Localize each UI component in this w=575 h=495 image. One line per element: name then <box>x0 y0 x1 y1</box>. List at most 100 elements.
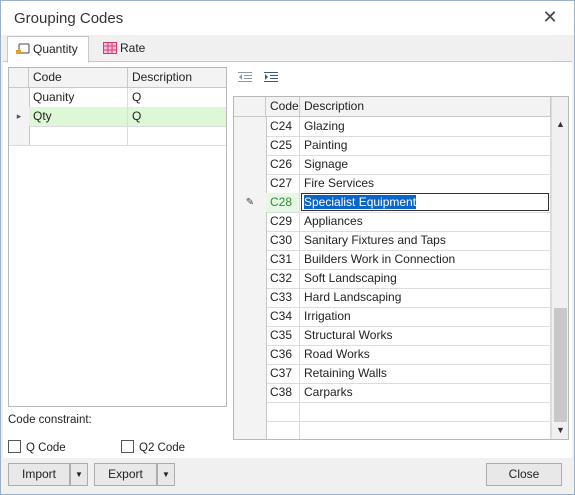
column-header-description[interactable]: Description <box>128 68 226 87</box>
quantity-icon <box>16 39 30 54</box>
description-cell[interactable]: Hard Landscaping <box>300 288 551 307</box>
code-cell[interactable]: C34 <box>266 307 300 326</box>
table-row[interactable]: C25 Painting <box>234 136 551 156</box>
description-cell[interactable]: Q <box>128 88 226 107</box>
row-indicator <box>234 326 267 345</box>
code-cell[interactable]: C32 <box>266 269 300 288</box>
column-header-code[interactable]: Code <box>29 68 128 87</box>
table-row[interactable]: C37 Retaining Walls <box>234 364 551 384</box>
code-cell[interactable]: C28 <box>266 193 300 212</box>
description-cell[interactable]: Road Works <box>300 345 551 364</box>
description-cell[interactable] <box>300 421 551 439</box>
description-cell[interactable]: Sanitary Fixtures and Taps <box>300 231 551 250</box>
row-indicator <box>234 231 267 250</box>
code-cell[interactable]: C29 <box>266 212 300 231</box>
row-indicator <box>234 117 267 136</box>
description-edit-input[interactable]: Specialist Equipment <box>301 193 549 211</box>
table-row[interactable]: C24 Glazing <box>234 117 551 137</box>
description-cell[interactable] <box>128 126 226 145</box>
description-cell[interactable]: Retaining Walls <box>300 364 551 383</box>
description-cell[interactable]: Painting <box>300 136 551 155</box>
column-header-description[interactable]: Description <box>300 97 551 116</box>
row-indicator <box>234 383 267 402</box>
row-indicator <box>234 402 267 421</box>
description-cell[interactable]: Soft Landscaping <box>300 269 551 288</box>
code-cell[interactable]: C27 <box>266 174 300 193</box>
rate-icon <box>103 38 117 54</box>
code-cell[interactable]: C33 <box>266 288 300 307</box>
description-cell[interactable]: Structural Works <box>300 326 551 345</box>
table-row[interactable]: C33 Hard Landscaping <box>234 288 551 308</box>
code-cell[interactable] <box>266 421 300 439</box>
table-row[interactable]: C29 Appliances <box>234 212 551 232</box>
import-button[interactable]: Import <box>8 463 70 486</box>
table-row[interactable]: C31 Builders Work in Connection <box>234 250 551 270</box>
code-cell[interactable]: C31 <box>266 250 300 269</box>
table-row[interactable] <box>234 421 551 439</box>
code-cell[interactable]: C30 <box>266 231 300 250</box>
code-cell[interactable]: C25 <box>266 136 300 155</box>
new-row[interactable] <box>9 126 226 146</box>
table-row[interactable]: C35 Structural Works <box>234 326 551 346</box>
export-dropdown-icon[interactable]: ▼ <box>157 463 175 486</box>
scroll-down-arrow-icon[interactable]: ▼ <box>552 422 568 439</box>
checkbox-box[interactable] <box>8 440 21 453</box>
scrollbar-thumb[interactable] <box>554 308 567 422</box>
description-cell[interactable]: Carparks <box>300 383 551 402</box>
checkbox-box[interactable] <box>121 440 134 453</box>
table-row[interactable]: C34 Irrigation <box>234 307 551 327</box>
indent-icon[interactable] <box>264 71 278 83</box>
description-cell[interactable]: Fire Services <box>300 174 551 193</box>
row-indicator <box>234 269 267 288</box>
column-header-code[interactable]: Code <box>266 97 300 116</box>
code-cell[interactable]: C35 <box>266 326 300 345</box>
vertical-scrollbar[interactable]: ▲ ▼ <box>551 97 568 439</box>
table-row[interactable]: C30 Sanitary Fixtures and Taps <box>234 231 551 251</box>
table-row[interactable]: C27 Fire Services <box>234 174 551 194</box>
tab-rate[interactable]: Rate <box>95 36 155 61</box>
table-row[interactable]: Quanity Q <box>9 88 226 108</box>
close-button[interactable]: Close <box>486 463 562 486</box>
code-cell[interactable]: C37 <box>266 364 300 383</box>
close-icon[interactable]: ✕ <box>540 7 560 27</box>
table-row-selected[interactable]: ▸ Qty Q <box>9 107 226 127</box>
code-cell[interactable]: Qty <box>29 107 128 126</box>
description-cell[interactable]: Signage <box>300 155 551 174</box>
import-dropdown-icon[interactable]: ▼ <box>70 463 88 486</box>
description-cell[interactable]: Appliances <box>300 212 551 231</box>
table-row[interactable]: C38 Carparks <box>234 383 551 403</box>
scroll-up-arrow-icon[interactable]: ▲ <box>552 116 568 133</box>
table-row[interactable] <box>234 402 551 422</box>
q2-code-checkbox[interactable]: Q2 Code <box>121 440 185 454</box>
code-cell[interactable] <box>29 126 128 145</box>
table-row[interactable]: C26 Signage <box>234 155 551 175</box>
dialog-title: Grouping Codes <box>14 10 124 27</box>
table-row[interactable]: C36 Road Works <box>234 345 551 365</box>
title-bar: Grouping Codes ✕ <box>1 1 574 35</box>
row-indicator <box>234 250 267 269</box>
code-cell[interactable] <box>266 402 300 421</box>
description-cell[interactable]: Builders Work in Connection <box>300 250 551 269</box>
description-cell[interactable]: Specialist Equipment <box>300 193 551 212</box>
q2-code-label: Q2 Code <box>139 442 186 454</box>
outdent-icon[interactable] <box>238 71 252 83</box>
description-cell[interactable]: Irrigation <box>300 307 551 326</box>
code-cell[interactable]: C36 <box>266 345 300 364</box>
code-cell[interactable]: C38 <box>266 383 300 402</box>
edit-pencil-icon: ✎ <box>234 193 267 212</box>
table-row[interactable]: C32 Soft Landscaping <box>234 269 551 289</box>
q-code-checkbox[interactable]: Q Code <box>8 440 66 454</box>
code-cell[interactable]: C24 <box>266 117 300 136</box>
current-row-arrow-icon: ▸ <box>9 107 30 126</box>
row-indicator <box>9 126 30 145</box>
description-cell[interactable] <box>300 402 551 421</box>
row-indicator <box>234 136 267 155</box>
code-cell[interactable]: C26 <box>266 155 300 174</box>
export-button[interactable]: Export <box>94 463 157 486</box>
description-cell[interactable]: Q <box>128 107 226 126</box>
description-cell[interactable]: Glazing <box>300 117 551 136</box>
code-cell[interactable]: Quanity <box>29 88 128 107</box>
table-row-editing[interactable]: ✎ C28 Specialist Equipment <box>234 193 551 213</box>
tab-rate-label: Rate <box>120 41 146 55</box>
tab-quantity[interactable]: Quantity <box>7 36 89 63</box>
